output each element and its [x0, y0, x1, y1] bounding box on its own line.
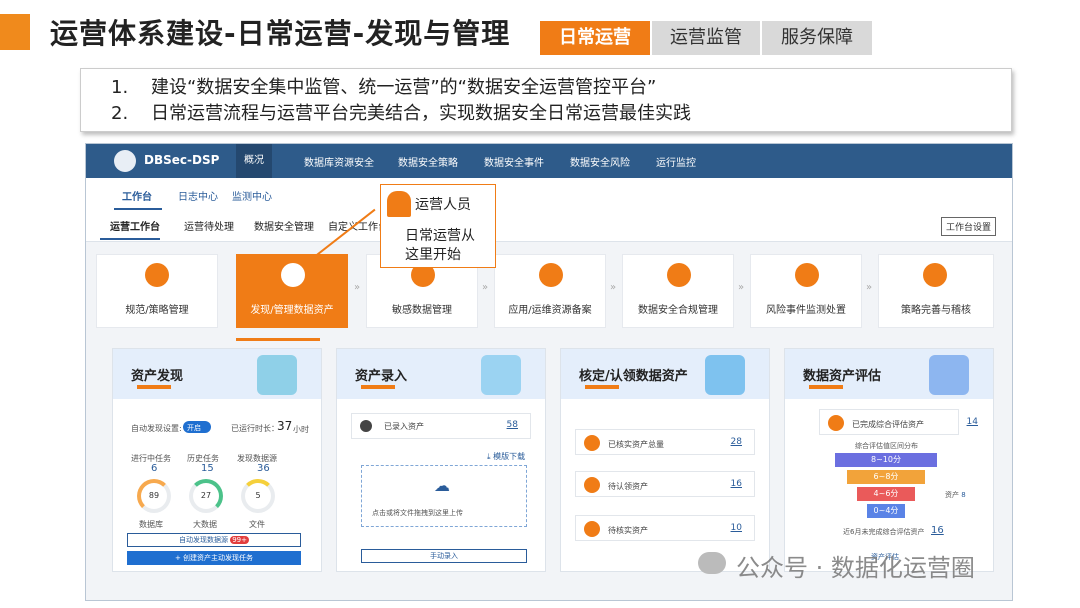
create-discovery-task-button[interactable]: + 创建资产主动发现任务: [127, 551, 301, 565]
chevron-right-icon: »: [866, 282, 873, 293]
chevron-right-icon: »: [354, 282, 361, 293]
tab-ops-supervision[interactable]: 运营监管: [652, 21, 760, 55]
audit-icon: [923, 263, 947, 287]
tab-service-support[interactable]: 服务保障: [762, 21, 872, 55]
asset-icon: [828, 415, 844, 431]
subnav-log-center[interactable]: 日志中心: [178, 188, 218, 203]
auto-discover-sources-button[interactable]: 自动发现数据源 99+: [127, 533, 301, 547]
watermark: 公众号 · 数据化运营圈: [736, 554, 975, 582]
upload-cloud-icon: ☁: [434, 476, 450, 495]
nav-data-security-event[interactable]: 数据安全事件: [484, 154, 544, 169]
step-app-ops-filing[interactable]: 应用/运维资源备案: [494, 254, 606, 328]
database-logo-icon: [114, 150, 136, 172]
card-asset-evaluation: 数据资产评估 已完成综合评估资产 14 综合评估值区间分布 8~10分 6~8分 …: [784, 348, 994, 572]
auto-discover-toggle[interactable]: 开启: [183, 421, 211, 433]
operator-icon: [387, 191, 411, 217]
band-6-8[interactable]: 6~8分: [847, 470, 925, 484]
card-title: 资产录入: [355, 369, 408, 384]
database-ring: 89: [137, 479, 171, 513]
nav-overview[interactable]: 概况: [236, 144, 272, 178]
top-navbar: DBSec-DSP 概况 数据库资源安全 数据安全策略 数据安全事件 数据安全风…: [86, 144, 1012, 178]
recorded-assets-row: 已录入资产 58: [351, 413, 531, 439]
chevron-right-icon: »: [610, 282, 617, 293]
platform-screenshot: DBSec-DSP 概况 数据库资源安全 数据安全策略 数据安全事件 数据安全风…: [85, 143, 1013, 601]
risk-icon: [795, 263, 819, 287]
step-policy[interactable]: 规范/策略管理: [96, 254, 218, 328]
tab-ops-pending[interactable]: 运营待处理: [184, 218, 234, 233]
verified-total-row: 已核实资产总量 28: [575, 429, 755, 455]
server-icon: [539, 263, 563, 287]
manual-entry-button[interactable]: 手动录入: [361, 549, 527, 563]
subnav-monitor-center[interactable]: 监测中心: [232, 188, 272, 203]
pending-verify-link[interactable]: 10: [731, 523, 742, 533]
band-4-6[interactable]: 4~6分: [857, 487, 915, 501]
entry-illustration-icon: [481, 355, 521, 395]
pending-claim-link[interactable]: 16: [731, 479, 742, 489]
evaluation-illustration-icon: [929, 355, 969, 395]
summary-box: 1. 建设“数据安全集中监管、统一运营”的“数据安全运营管控平台” 2. 日常运营流…: [80, 68, 1012, 132]
app-name: DBSec-DSP: [144, 153, 220, 167]
subnav-active-indicator: [114, 208, 162, 210]
nav-data-security-risk[interactable]: 数据安全风险: [570, 154, 630, 169]
card-title: 数据资产评估: [803, 369, 882, 384]
subnav-workbench[interactable]: 工作台: [122, 188, 152, 203]
card-title: 核定/认领数据资产: [579, 369, 688, 384]
title-accent-bar: [0, 14, 30, 50]
step-risk-events[interactable]: 风险事件监测处置: [750, 254, 862, 328]
asset-icon: [584, 435, 600, 451]
verified-total-link[interactable]: 28: [731, 437, 742, 447]
database-illustration-icon: [257, 355, 297, 395]
step-asset-discovery[interactable]: 发现/管理数据资产: [236, 254, 348, 328]
step-active-indicator: [236, 338, 320, 341]
chevron-right-icon: »: [482, 282, 489, 293]
summary-item: 1. 建设“数据安全集中监管、统一运营”的“数据安全运营管控平台”: [111, 77, 657, 98]
workbench-settings-button[interactable]: 工作台设置: [940, 217, 996, 236]
chevron-right-icon: »: [738, 282, 745, 293]
sub-navigation: 工作台 日志中心 监测中心 运营工作台 运营待处理 数据安全管理 自定义工作台 …: [86, 178, 1012, 242]
page-title: 运营体系建设-日常运营-发现与管理: [50, 17, 511, 50]
step-audit[interactable]: 策略完善与稽核: [878, 254, 994, 328]
nav-data-security-policy[interactable]: 数据安全策略: [398, 154, 458, 169]
card-verify-assets: 核定/认领数据资产 已核实资产总量 28 待认领资产 16 待核实资产 10: [560, 348, 770, 572]
evaluated-assets-link[interactable]: 14: [967, 417, 978, 427]
card-title: 资产发现: [131, 369, 184, 384]
bigdata-ring: 27: [189, 479, 223, 513]
asset-icon: [360, 420, 372, 432]
template-download-link[interactable]: ⤓ 模版下载: [487, 451, 525, 462]
asset-tag: 资产 8: [945, 491, 966, 499]
card-asset-entry: 资产录入 已录入资产 58 ⤓ 模版下载 ☁ 点击或将文件拖拽到这里上传 手动录…: [336, 348, 546, 572]
file-ring: 5: [241, 479, 275, 513]
evaluated-assets-row: 已完成综合评估资产 14: [819, 409, 978, 435]
notification-badge: 99+: [230, 536, 249, 544]
wechat-icon: [698, 552, 726, 574]
card-asset-discovery: 资产发现 自动发现设置: 开启 已运行时长： 37 小时 进行中任务 历史任务 …: [112, 348, 322, 572]
summary-item: 2. 日常运营流程与运营平台完美结合，实现数据安全日常运营最佳实践: [111, 103, 691, 124]
tab-ops-workbench[interactable]: 运营工作台: [110, 218, 160, 233]
nav-runtime-monitor[interactable]: 运行监控: [656, 154, 696, 169]
nav-db-resource-security[interactable]: 数据库资源安全: [304, 154, 374, 169]
workflow-steps: 规范/策略管理 发现/管理数据资产 » 敏感数据管理 » 应用/运维资源备案 »…: [96, 250, 1006, 334]
verify-illustration-icon: [705, 355, 745, 395]
asset-icon: [281, 263, 305, 287]
band-0-4[interactable]: 0~4分: [867, 504, 905, 518]
step-compliance[interactable]: 数据安全合规管理: [622, 254, 734, 328]
upload-dropzone[interactable]: ☁ 点击或将文件拖拽到这里上传: [361, 465, 527, 527]
tab-data-security-mgmt[interactable]: 数据安全管理: [254, 218, 314, 233]
pending-evaluation-link[interactable]: 16: [931, 525, 944, 536]
pending-claim-row: 待认领资产 16: [575, 471, 755, 497]
policy-icon: [145, 263, 169, 287]
tab-daily-ops[interactable]: 日常运营: [540, 21, 650, 55]
compliance-icon: [667, 263, 691, 287]
ops-callout: 运营人员 日常运营从 这里开始: [380, 184, 496, 268]
recorded-assets-link[interactable]: 58: [507, 420, 518, 430]
asset-icon: [584, 477, 600, 493]
tab-active-indicator: [100, 238, 160, 240]
band-8-10[interactable]: 8~10分: [835, 453, 937, 467]
pending-verify-row: 待核实资产 10: [575, 515, 755, 541]
asset-icon: [584, 521, 600, 537]
